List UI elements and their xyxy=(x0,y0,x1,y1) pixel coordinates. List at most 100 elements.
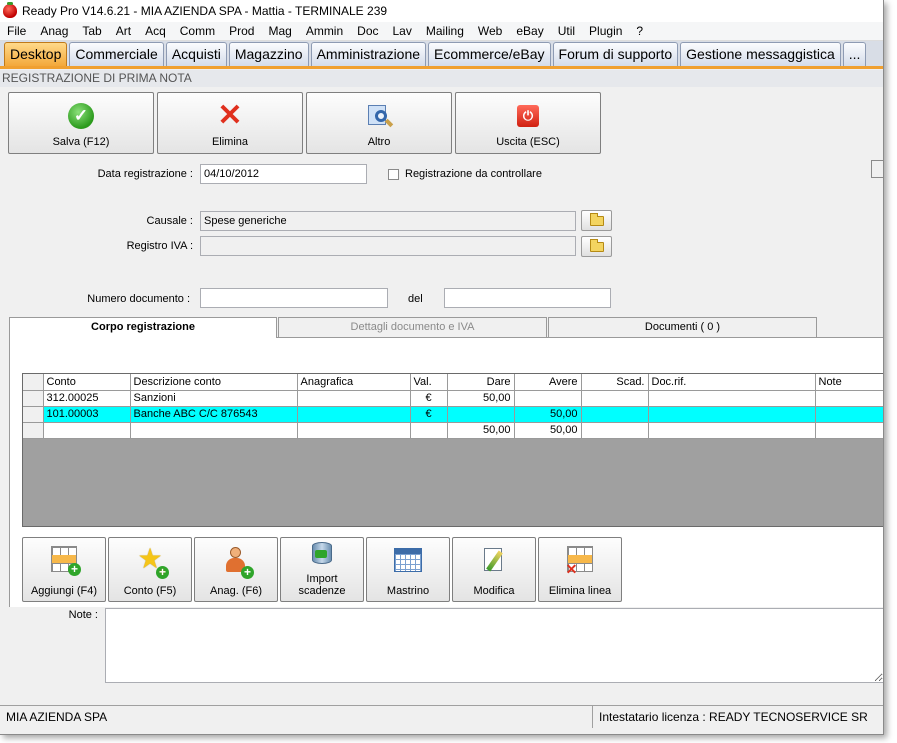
note-textarea[interactable] xyxy=(105,608,883,683)
cell-anagrafica[interactable] xyxy=(297,406,411,423)
del-date-field[interactable] xyxy=(444,288,611,308)
data-registrazione-field[interactable] xyxy=(200,164,367,184)
tab-commerciale[interactable]: Commerciale xyxy=(69,42,164,66)
tab-amministrazione[interactable]: Amministrazione xyxy=(310,42,427,66)
tab-magazzino[interactable]: Magazzino xyxy=(228,42,309,66)
menu-acq[interactable]: Acq xyxy=(138,22,173,41)
table-row-selected[interactable]: 101.00003 Banche ABC C/C 876543 € 50,00 xyxy=(23,406,883,423)
menu-comm[interactable]: Comm xyxy=(173,22,222,41)
cell-conto[interactable]: 101.00003 xyxy=(43,406,131,423)
tab-forum-supporto[interactable]: Forum di supporto xyxy=(552,42,679,66)
tab-acquisti[interactable]: Acquisti xyxy=(165,42,227,66)
menu-plugin[interactable]: Plugin xyxy=(582,22,629,41)
tab-ecommerce-ebay[interactable]: Ecommerce/eBay xyxy=(428,42,551,66)
col-descrizione[interactable]: Descrizione conto xyxy=(130,374,298,391)
save-button-label: Salva (F12) xyxy=(52,136,110,148)
menu-ebay[interactable]: eBay xyxy=(509,22,550,41)
title-bar: Ready Pro V14.6.21 - MIA AZIENDA SPA - M… xyxy=(0,0,883,22)
registro-iva-browse-button[interactable] xyxy=(581,236,612,257)
cell-dare[interactable] xyxy=(447,406,515,423)
cell-docrif[interactable] xyxy=(648,390,816,407)
registro-iva-label: Registro IVA : xyxy=(126,240,193,252)
note-label: Note : xyxy=(68,609,98,621)
mastrino-button[interactable]: Mastrino xyxy=(366,537,450,602)
entries-grid[interactable]: Conto Descrizione conto Anagrafica Val. … xyxy=(22,373,883,527)
delete-button-label: Elimina xyxy=(211,136,249,148)
status-company: MIA AZIENDA SPA xyxy=(0,706,593,728)
cell-avere[interactable] xyxy=(514,390,582,407)
menu-util[interactable]: Util xyxy=(551,22,582,41)
tab-dettagli-documento-iva[interactable]: Dettagli documento e IVA xyxy=(278,317,547,337)
tab-desktop[interactable]: Desktop xyxy=(4,42,68,66)
cell-empty xyxy=(648,422,816,439)
menu-lav[interactable]: Lav xyxy=(386,22,419,41)
tab-corpo-registrazione[interactable]: Corpo registrazione xyxy=(9,317,277,338)
col-dare[interactable]: Dare xyxy=(447,374,515,391)
conto-button[interactable]: ★ + Conto (F5) xyxy=(108,537,192,602)
save-button[interactable]: ✓ Salva (F12) xyxy=(8,92,154,154)
cell-descrizione[interactable]: Banche ABC C/C 876543 xyxy=(130,406,298,423)
side-panel-handle[interactable] xyxy=(871,160,883,178)
cell-dare[interactable]: 50,00 xyxy=(447,390,515,407)
power-icon: ⏻ xyxy=(517,105,539,127)
menu-prod[interactable]: Prod xyxy=(222,22,261,41)
numero-documento-field[interactable] xyxy=(200,288,388,308)
conto-label: Conto (F5) xyxy=(123,585,177,597)
cell-scad[interactable] xyxy=(581,406,649,423)
menu-art[interactable]: Art xyxy=(109,22,138,41)
tab-gestione-messaggistica[interactable]: Gestione messaggistica xyxy=(680,42,841,66)
anag-button[interactable]: + Anag. (F6) xyxy=(194,537,278,602)
strawberry-app-icon xyxy=(3,2,17,18)
da-controllare-checkbox[interactable] xyxy=(388,169,399,180)
delete-line-button[interactable]: ✕ Elimina linea xyxy=(538,537,622,602)
registro-iva-field[interactable] xyxy=(200,236,576,256)
menu-mailing[interactable]: Mailing xyxy=(419,22,471,41)
cell-scad[interactable] xyxy=(581,390,649,407)
col-note[interactable]: Note xyxy=(815,374,883,391)
cell-val[interactable]: € xyxy=(410,406,448,423)
grid-delete-icon: ✕ xyxy=(566,546,593,576)
modifica-button[interactable]: Modifica xyxy=(452,537,536,602)
menu-file[interactable]: File xyxy=(0,22,33,41)
other-button-label: Altro xyxy=(367,136,391,148)
cell-note[interactable] xyxy=(815,406,883,423)
col-docrif[interactable]: Doc.rif. xyxy=(648,374,816,391)
menu-mag[interactable]: Mag xyxy=(261,22,298,41)
menu-anag[interactable]: Anag xyxy=(33,22,75,41)
col-val[interactable]: Val. xyxy=(410,374,448,391)
col-conto[interactable]: Conto xyxy=(43,374,131,391)
status-license: Intestatario licenza : READY TECNOSERVIC… xyxy=(599,710,868,724)
menu-tab[interactable]: Tab xyxy=(75,22,108,41)
tab-more[interactable]: ... xyxy=(842,42,867,66)
cell-val[interactable]: € xyxy=(410,390,448,407)
modifica-label: Modifica xyxy=(473,585,515,597)
menu-doc[interactable]: Doc xyxy=(350,22,385,41)
col-anagrafica[interactable]: Anagrafica xyxy=(297,374,411,391)
cell-empty xyxy=(43,422,131,439)
exit-button[interactable]: ⏻ Uscita (ESC) xyxy=(455,92,601,154)
other-button[interactable]: Altro xyxy=(306,92,452,154)
menu-web[interactable]: Web xyxy=(471,22,509,41)
table-row[interactable]: 312.00025 Sanzioni € 50,00 xyxy=(23,390,883,407)
cell-descrizione[interactable]: Sanzioni xyxy=(130,390,298,407)
delete-button[interactable]: ✕ Elimina xyxy=(157,92,303,154)
import-scadenze-button[interactable]: Import scadenze xyxy=(280,537,364,602)
causale-browse-button[interactable] xyxy=(581,210,612,231)
totals-row: 50,00 50,00 xyxy=(23,422,883,439)
cell-anagrafica[interactable] xyxy=(297,390,411,407)
tab-documenti[interactable]: Documenti ( 0 ) xyxy=(548,317,817,337)
causale-field[interactable] xyxy=(200,211,576,231)
menu-ammin[interactable]: Ammin xyxy=(299,22,350,41)
cell-empty xyxy=(581,422,649,439)
add-line-button[interactable]: + Aggiungi (F4) xyxy=(22,537,106,602)
header-indicator xyxy=(23,374,44,391)
cell-docrif[interactable] xyxy=(648,406,816,423)
cell-conto[interactable]: 312.00025 xyxy=(43,390,131,407)
cell-avere[interactable]: 50,00 xyxy=(514,406,582,423)
grid-add-icon: + xyxy=(51,546,81,576)
col-scad[interactable]: Scad. xyxy=(581,374,649,391)
cell-note[interactable] xyxy=(815,390,883,407)
module-tabs: Desktop Commerciale Acquisti Magazzino A… xyxy=(0,41,883,69)
menu-help[interactable]: ? xyxy=(629,22,650,41)
col-avere[interactable]: Avere xyxy=(514,374,582,391)
